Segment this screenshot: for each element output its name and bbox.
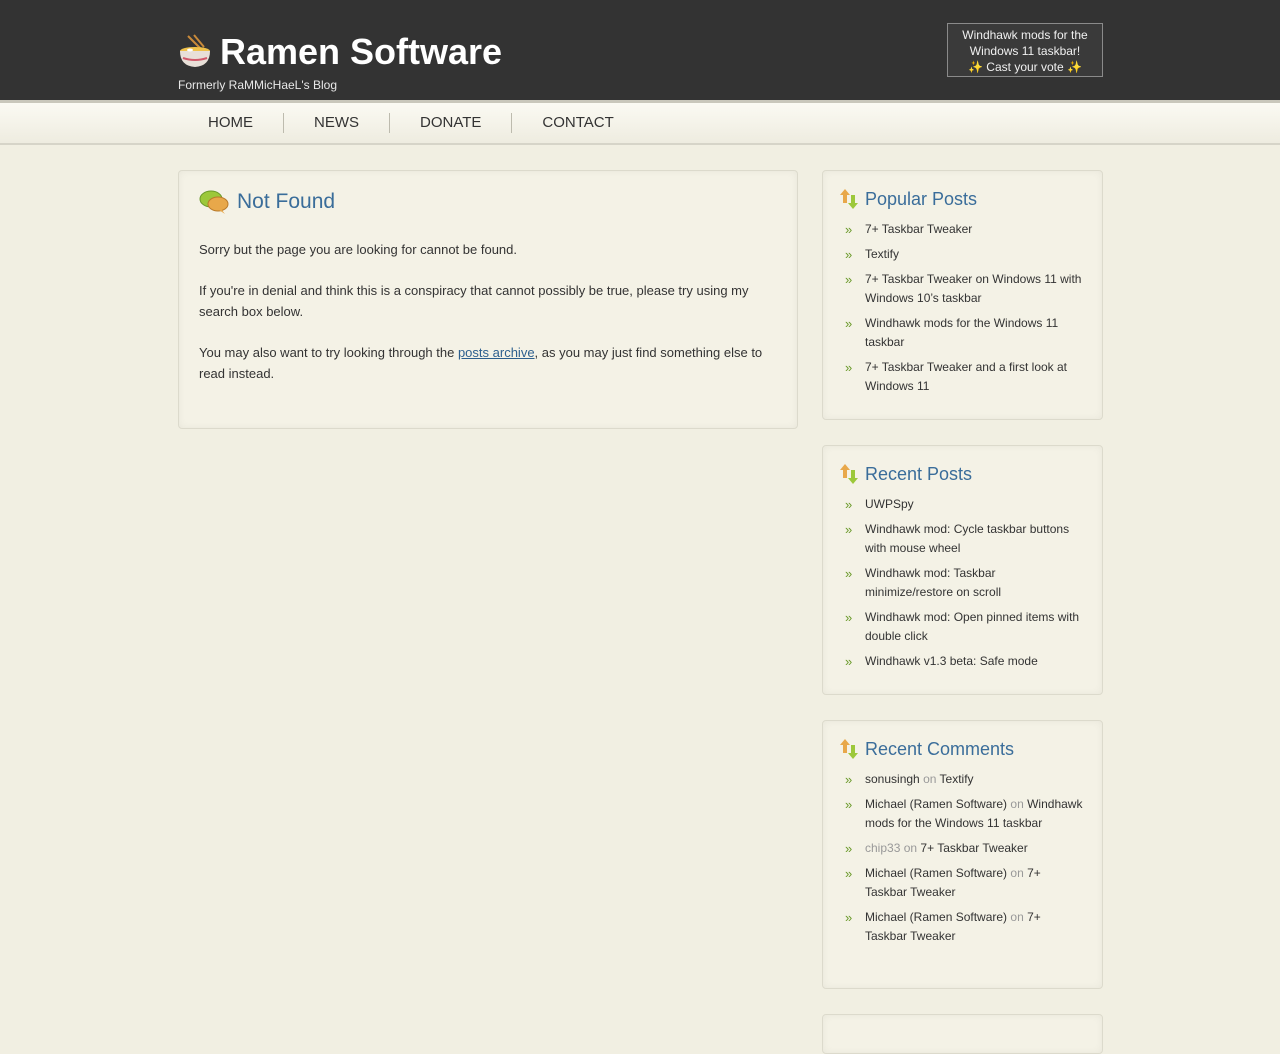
site-logo[interactable]: Ramen Software [178,32,502,72]
bullet-icon: » [845,841,853,856]
post-link[interactable]: 7+ Taskbar Tweaker on Windows 11 with Wi… [865,272,1081,305]
list-item[interactable]: » Windhawk mod: Open pinned items with do… [845,608,1085,646]
bullet-icon: » [845,772,853,787]
on-word: on [1010,797,1024,811]
list-item: » chip33 on 7+ Taskbar Tweaker [845,839,1085,858]
list-item: » Michael (Ramen Software) on 7+ Taskbar … [845,864,1085,902]
on-word: on [1010,866,1024,880]
comment-author: chip33 [865,841,901,855]
bullet-icon: » [845,654,853,669]
comment-author[interactable]: Michael (Ramen Software) [865,910,1007,924]
bullet-icon: » [845,497,853,512]
not-found-panel: Not Found Sorry but the page you are loo… [178,170,798,429]
nav-donate[interactable]: DONATE [390,113,513,133]
paragraph-3: You may also want to try looking through… [199,342,779,384]
bullet-icon: » [845,566,853,581]
site-title[interactable]: Ramen Software [220,32,502,72]
recent-comments-widget: Recent Comments » sonusingh on Textify » M… [822,720,1103,989]
bullet-icon: » [845,272,853,287]
site-header: Ramen Software Formerly RaMMicHaeL's Blo… [0,0,1280,100]
list-item[interactable]: » UWPSpy [845,495,1085,514]
next-widget [822,1014,1103,1054]
list-item[interactable]: » Textify [845,245,1085,264]
list-item[interactable]: » 7+ Taskbar Tweaker on Windows 11 with W… [845,270,1085,308]
list-item[interactable]: » Windhawk mods for the Windows 11 taskba… [845,314,1085,352]
comment-post-link[interactable]: 7+ Taskbar Tweaker [920,841,1027,855]
list-item[interactable]: » 7+ Taskbar Tweaker and a first look at … [845,358,1085,396]
list-item[interactable]: » Windhawk v1.3 beta: Safe mode [845,652,1085,671]
speech-bubbles-icon [199,190,229,214]
paragraph-1: Sorry but the page you are looking for c… [199,242,517,257]
bullet-icon: » [845,910,853,925]
windhawk-vote-banner[interactable]: Windhawk mods for the Windows 11 taskbar… [947,23,1103,77]
nav-contact[interactable]: CONTACT [512,113,643,133]
up-down-arrows-icon [840,739,858,759]
posts-archive-link[interactable]: posts archive [458,345,535,360]
page-title: Not Found [237,190,336,213]
comment-author[interactable]: Michael (Ramen Software) [865,866,1007,880]
not-found-text: Sorry but the page you are looking for c… [199,239,779,404]
comment-author[interactable]: Michael (Ramen Software) [865,797,1007,811]
list-item: » sonusingh on Textify [845,770,1085,789]
main-nav: HOME NEWS DONATE CONTACT [0,100,1280,145]
bullet-icon: » [845,222,853,237]
list-item[interactable]: » 7+ Taskbar Tweaker [845,220,1085,239]
list-item: » Michael (Ramen Software) on 7+ Taskbar … [845,908,1085,946]
bullet-icon: » [845,316,853,331]
bullet-icon: » [845,610,853,625]
nav-home[interactable]: HOME [178,113,284,133]
comment-post-link[interactable]: Textify [940,772,974,786]
on-word: on [903,841,918,855]
popular-posts-title: Popular Posts [865,188,978,209]
bullet-icon: » [845,522,853,537]
up-down-arrows-icon [840,189,858,209]
on-word: on [1010,910,1024,924]
bullet-icon: » [845,797,853,812]
site-tagline: Formerly RaMMicHaeL's Blog [178,78,337,92]
list-item[interactable]: » Windhawk mod: Taskbar minimize/restore … [845,564,1085,602]
paragraph-3-before: You may also want to try looking through… [199,345,458,360]
popular-posts-widget: Popular Posts » 7+ Taskbar Tweaker » Texti… [822,170,1103,420]
recent-posts-title: Recent Posts [865,463,973,484]
vote-line-1: Windhawk mods for the [962,28,1088,42]
post-link[interactable]: 7+ Taskbar Tweaker and a first look at W… [865,360,1067,393]
paragraph-2: If you're in denial and think this is a … [199,283,749,319]
on-word: on [923,772,937,786]
post-link[interactable]: Windhawk mod: Open pinned items with dou… [865,610,1079,643]
ramen-bowl-icon [180,34,210,67]
list-item[interactable]: » Windhawk mod: Cycle taskbar buttons wit… [845,520,1085,558]
up-down-arrows-icon [840,464,858,484]
comment-author[interactable]: sonusingh [865,772,920,786]
vote-line-3: ✨ Cast your vote ✨ [968,60,1082,74]
post-link[interactable]: Windhawk mods for the Windows 11 taskbar [865,316,1058,349]
recent-posts-widget: Recent Posts » UWPSpy » Windhawk mod: Cycl… [822,445,1103,695]
list-item: » Michael (Ramen Software) on Windhawk mo… [845,795,1085,833]
post-link[interactable]: Windhawk mod: Taskbar minimize/restore o… [865,566,1001,599]
post-link[interactable]: UWPSpy [865,497,914,511]
nav-news[interactable]: NEWS [284,113,390,133]
post-link[interactable]: 7+ Taskbar Tweaker [865,222,972,236]
post-link[interactable]: Windhawk mod: Cycle taskbar buttons with… [865,522,1069,555]
bullet-icon: » [845,360,853,375]
recent-comments-title: Recent Comments [865,738,1015,759]
bullet-icon: » [845,247,853,262]
post-link[interactable]: Windhawk v1.3 beta: Safe mode [865,654,1038,668]
post-link[interactable]: Textify [865,247,899,261]
bullet-icon: » [845,866,853,881]
vote-line-2: Windows 11 taskbar! [969,44,1081,58]
